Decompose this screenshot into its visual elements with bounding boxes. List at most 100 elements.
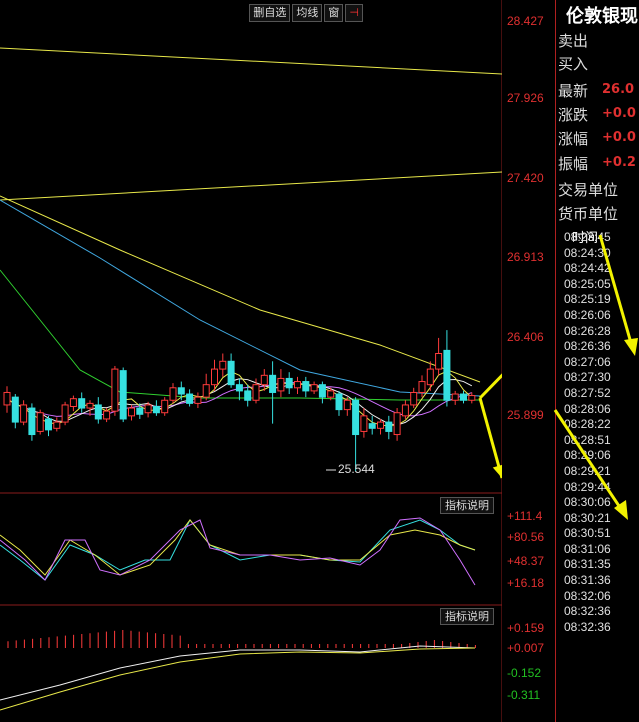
candle-body <box>343 399 351 411</box>
candle-body <box>144 404 152 414</box>
tick-time: 08:28:22 <box>564 417 611 432</box>
candle-body <box>244 390 252 401</box>
candle-body <box>20 404 28 423</box>
ind2-tick: -0.152 <box>507 666 542 680</box>
tick-time: 08:23:45 <box>564 230 611 244</box>
candle-body <box>377 421 384 429</box>
candle-body <box>252 384 260 401</box>
candle-body <box>435 353 443 370</box>
price-tick: 28.427 <box>507 14 544 28</box>
tick-time: 08:29:44 <box>564 479 611 494</box>
latest-value: 26.0 <box>602 82 635 97</box>
latest-label: 最新 <box>558 82 589 100</box>
kdj-line <box>0 519 476 581</box>
candle-body <box>136 407 144 415</box>
candle-body <box>227 360 235 386</box>
tick-time: 08:30:21 <box>564 510 611 525</box>
candle-body <box>327 390 335 398</box>
candle-body <box>45 418 52 431</box>
candle-body <box>318 384 326 398</box>
candle-body <box>111 368 119 412</box>
ind1-tick: +111.4 <box>507 509 543 523</box>
kdj-line <box>0 517 476 586</box>
candle-body <box>393 412 401 436</box>
candle-body <box>285 377 293 389</box>
candle-body <box>418 381 426 393</box>
tick-time: 08:30:51 <box>564 526 611 541</box>
change-pct-value: +0.0 <box>602 130 636 145</box>
window-button[interactable]: 窗 <box>324 4 344 22</box>
tick-time: 08:31:36 <box>564 573 611 588</box>
candle-body <box>78 398 86 409</box>
ind2-tick: -0.311 <box>507 688 541 702</box>
candle-body <box>61 404 69 423</box>
candle-body <box>177 387 185 395</box>
ma-line-yellow <box>0 195 481 383</box>
indicator2-help-button[interactable]: 指标说明 <box>440 608 494 625</box>
candle-body <box>28 407 36 436</box>
tick-time: 08:31:06 <box>564 541 611 556</box>
candle-body <box>368 423 376 429</box>
candle-body <box>94 404 102 420</box>
tick-time: 08:31:35 <box>564 557 611 572</box>
kline-chart-area[interactable]: 删自选 均线 窗 ⊣ 指标说明 指标说明 25.544 <box>0 0 502 722</box>
candle-body <box>128 407 135 417</box>
amplitude-value: +0.2 <box>602 155 636 170</box>
ma-line-long <box>0 171 502 201</box>
pin-icon[interactable]: ⊣ <box>345 4 363 22</box>
candle-body <box>352 399 360 436</box>
candle-body <box>211 368 218 386</box>
instrument-title: 伦敦银现 <box>566 6 638 27</box>
tick-time: 08:29:21 <box>564 463 611 478</box>
candle-body <box>202 384 210 398</box>
ma-line-button[interactable]: 均线 <box>292 4 323 22</box>
tick-time: 08:24:42 <box>564 261 611 276</box>
candle-body <box>53 421 61 429</box>
amplitude-label: 振幅 <box>558 155 589 173</box>
tick-time: 08:29:06 <box>564 448 611 463</box>
ind1-tick: +80.56 <box>507 530 545 544</box>
price-tick: 26.913 <box>507 250 544 264</box>
candle-body <box>152 405 160 414</box>
candle-body <box>161 399 169 414</box>
tick-time: 08:24:30 <box>564 245 611 260</box>
tick-time: 08:32:36 <box>564 619 611 634</box>
tick-time: 08:26:06 <box>564 307 611 322</box>
tick-time: 08:28:51 <box>564 432 611 447</box>
tick-time: 08:32:36 <box>564 604 611 619</box>
candle-body <box>194 396 202 404</box>
annotation-arrow-icon <box>478 373 502 400</box>
kline-chart-svg <box>0 0 502 722</box>
candle-body <box>460 393 467 401</box>
trade-unit-label: 交易单位 <box>558 181 619 199</box>
tick-time: 08:32:06 <box>564 588 611 603</box>
sell-label: 卖出 <box>558 32 589 50</box>
tick-time: 08:30:06 <box>564 495 611 510</box>
tick-time: 08:25:19 <box>564 292 611 307</box>
change-pct-label: 涨幅 <box>558 130 589 148</box>
buy-label: 买入 <box>558 55 589 73</box>
price-tick: 27.420 <box>507 171 544 185</box>
ma-line-blue <box>0 199 481 397</box>
candle-body <box>426 368 434 386</box>
candle-body <box>335 393 343 411</box>
candle-body <box>310 384 318 392</box>
candle-body <box>36 412 44 432</box>
candle-body <box>3 391 11 406</box>
delete-self-select-button[interactable]: 删自选 <box>249 4 291 22</box>
tick-time: 08:28:06 <box>564 401 611 416</box>
candle-body <box>360 415 368 432</box>
chart-toolbar: 删自选 均线 窗 ⊣ <box>249 4 363 22</box>
candle-body <box>119 370 127 420</box>
annotation-arrowhead-icon <box>492 464 502 478</box>
indicator1-help-button[interactable]: 指标说明 <box>440 497 494 514</box>
tick-time: 08:26:36 <box>564 339 611 354</box>
ind2-tick: +0.159 <box>507 621 545 635</box>
kdj-line <box>0 519 476 576</box>
candle-body <box>11 396 19 423</box>
tick-time: 08:27:52 <box>564 385 611 400</box>
candle-body <box>269 374 277 393</box>
currency-unit-label: 货币单位 <box>558 205 619 223</box>
candle-body <box>443 349 451 401</box>
tick-time: 08:25:05 <box>564 276 611 291</box>
